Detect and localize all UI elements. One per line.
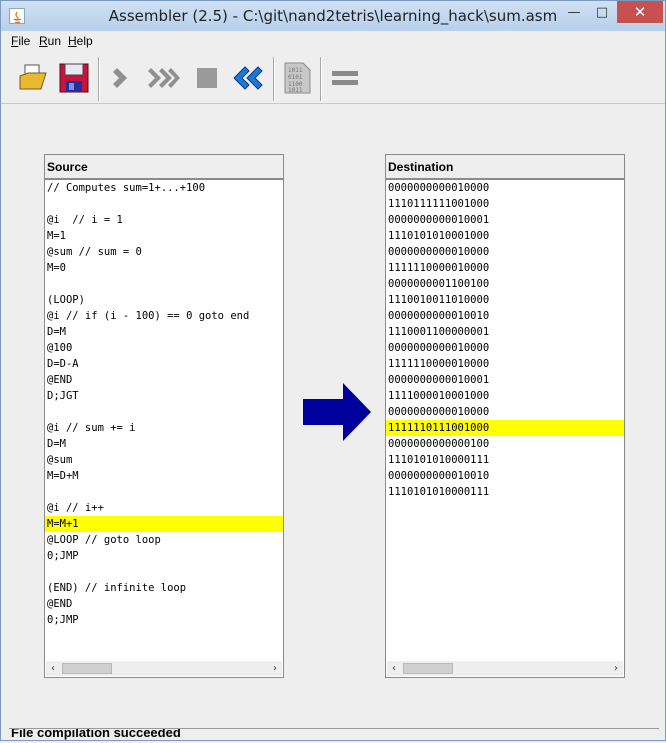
maximize-button[interactable]: □ [589,1,615,23]
code-line[interactable]: @END [45,372,283,388]
code-line[interactable] [45,484,283,500]
code-line[interactable]: @i // i = 1 [45,212,283,228]
code-line[interactable]: @END [45,596,283,612]
stop-button[interactable] [189,59,225,97]
code-line[interactable]: D;JGT [45,388,283,404]
code-line[interactable]: @sum [45,452,283,468]
close-button[interactable]: ✕ [617,1,663,23]
status-message: File compilation succeeded [11,728,181,740]
compare-button[interactable] [327,59,363,97]
fast-forward-button[interactable] [146,59,182,97]
code-line[interactable]: 1110101010000111 [386,484,624,500]
code-line[interactable] [45,564,283,580]
translate-arrow-icon [303,383,371,441]
toolbar-separator [273,57,275,101]
svg-text:1011: 1011 [288,67,303,74]
code-line[interactable]: D=M [45,436,283,452]
code-line[interactable]: 0000000001100100 [386,276,624,292]
scroll-right-icon[interactable]: › [268,661,282,676]
destination-lines: 0000000000010000 1110111111001000 00000000… [386,180,624,500]
save-file-button[interactable] [56,59,92,97]
code-line[interactable]: D=M [45,324,283,340]
code-line[interactable]: 0000000000010000 [386,180,624,196]
assembler-window: Assembler (2.5) - C:\git\nand2tetris\lea… [0,0,666,741]
current-line[interactable]: 1111110111001000 [386,420,624,436]
code-line[interactable]: M=1 [45,228,283,244]
minimize-button[interactable]: — [561,1,587,23]
code-line[interactable] [45,196,283,212]
scroll-thumb[interactable] [62,663,112,674]
svg-text:1011: 1011 [288,87,303,94]
single-step-button[interactable] [105,59,141,97]
toolbar-separator [98,57,100,101]
code-line[interactable]: 0000000000010000 [386,404,624,420]
scroll-left-icon[interactable]: ‹ [387,661,401,676]
rewind-icon [233,66,263,90]
code-line[interactable]: @LOOP // goto loop [45,532,283,548]
scroll-right-icon[interactable]: › [609,661,623,676]
code-line[interactable]: 0000000000010000 [386,244,624,260]
menu-bar: File Run Help [1,31,665,52]
load-compare-file-icon: 1011 0101 1100 1011 [284,62,311,94]
code-line[interactable]: 0000000000010001 [386,212,624,228]
single-step-icon [113,68,127,88]
code-line[interactable]: @i // sum += i [45,420,283,436]
menu-run[interactable]: Run [39,34,61,48]
code-line[interactable] [45,404,283,420]
equals-compare-icon [332,71,358,85]
toolbar: 1011 0101 1100 1011 [1,53,665,104]
stop-icon [197,68,217,88]
code-line[interactable]: 0000000000010010 [386,308,624,324]
code-line[interactable]: 0000000000010000 [386,340,624,356]
save-file-icon [59,63,89,93]
source-lines: // Computes sum=1+...+100 @i // i = 1 M=1 @… [45,180,283,628]
code-line[interactable]: D=D-A [45,356,283,372]
source-panel[interactable]: // Computes sum=1+...+100 @i // i = 1 M=1 @… [44,179,284,678]
menu-file[interactable]: File [11,34,30,48]
code-line[interactable]: (END) // infinite loop [45,580,283,596]
open-file-button[interactable] [15,59,51,97]
destination-panel[interactable]: 0000000000010000 1110111111001000 00000000… [385,179,625,678]
code-line[interactable]: (LOOP) [45,292,283,308]
code-line[interactable]: // Computes sum=1+...+100 [45,180,283,196]
menu-help[interactable]: Help [68,34,93,48]
load-compare-file-button[interactable]: 1011 0101 1100 1011 [279,59,315,97]
code-line[interactable]: M=0 [45,260,283,276]
scroll-left-icon[interactable]: ‹ [46,661,60,676]
toolbar-separator [320,57,322,101]
destination-horizontal-scrollbar[interactable]: ‹ › [387,661,623,676]
code-line[interactable]: 0;JMP [45,548,283,564]
code-line[interactable]: 1110101010001000 [386,228,624,244]
code-line[interactable]: 1110111111001000 [386,196,624,212]
destination-panel-title: Destination [385,154,625,179]
open-file-icon [19,64,47,90]
current-line[interactable]: M=M+1 [45,516,283,532]
code-line[interactable]: 1111000010001000 [386,388,624,404]
svg-text:0101: 0101 [288,74,303,81]
source-panel-title: Source [44,154,284,179]
code-line[interactable]: 0000000000010001 [386,372,624,388]
code-line[interactable]: 1110010011010000 [386,292,624,308]
code-line[interactable] [45,276,283,292]
scroll-thumb[interactable] [403,663,453,674]
fast-forward-icon [148,68,180,88]
code-line[interactable]: 0000000000010010 [386,468,624,484]
code-line[interactable]: @sum // sum = 0 [45,244,283,260]
code-line[interactable]: @i // if (i - 100) == 0 goto end [45,308,283,324]
code-line[interactable]: 1110001100000001 [386,324,624,340]
code-line[interactable]: 1110101010000111 [386,452,624,468]
code-line[interactable]: 1111110000010000 [386,356,624,372]
code-line[interactable]: M=D+M [45,468,283,484]
code-line[interactable]: @100 [45,340,283,356]
code-line[interactable]: 0;JMP [45,612,283,628]
code-line[interactable]: @i // i++ [45,500,283,516]
code-line[interactable]: 0000000000000100 [386,436,624,452]
rewind-button[interactable] [230,59,266,97]
code-line[interactable]: 1111110000010000 [386,260,624,276]
source-horizontal-scrollbar[interactable]: ‹ › [46,661,282,676]
title-bar[interactable]: Assembler (2.5) - C:\git\nand2tetris\lea… [1,1,665,31]
